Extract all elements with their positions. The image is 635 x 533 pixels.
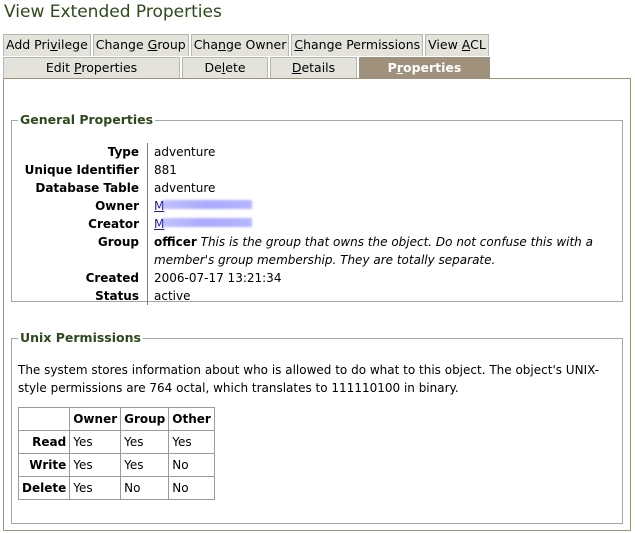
property-value: 2006-07-17 13:21:34 [154,271,282,285]
row-header-write: Write [17,453,71,477]
row-header-delete: Delete [17,476,71,500]
unix-permissions-description: The system stores information about who … [18,363,600,395]
tab-view-acl[interactable]: View ACL [425,34,489,56]
tab-label: etails [301,60,336,75]
property-value: adventure [154,181,216,195]
table-cell: Yes [69,453,122,477]
property-row-created: Created 2006-07-17 13:21:34 [12,269,622,287]
tab-label: CL [470,37,486,52]
tab-label: Edit [45,60,74,75]
column-header-owner: Owner [69,407,122,431]
tab-properties[interactable]: Properties [359,57,490,78]
property-row-type: Type adventure [12,143,622,161]
property-value: adventure [154,145,216,159]
tab-edit-properties[interactable]: Edit Properties [3,57,180,78]
property-label: Database Table [12,179,148,197]
tab-add-privilege[interactable]: Add Privilege [3,34,91,56]
table-header-row: Owner Group Other [17,407,215,431]
property-label: Group [12,233,148,269]
property-row-owner: Owner M [12,197,622,215]
tab-label: ge Owner [225,37,287,52]
property-value: active [154,289,191,303]
group-name: officer [154,235,197,249]
tab-accesskey: v [50,37,58,52]
tab-accesskey: G [147,37,158,52]
table-row: Delete Yes No No [17,476,215,500]
property-label: Owner [12,197,148,215]
property-row-creator: Creator M [12,215,622,233]
table-cell: No [168,453,215,477]
owner-link[interactable]: M [154,197,253,215]
tab-change-group[interactable]: Change Group [92,34,189,56]
general-properties-list: Type adventure Unique Identifier 881 Dat… [12,143,622,305]
table-cell: No [120,476,170,500]
tab-change-owner[interactable]: Change Owner [190,34,290,56]
unix-permissions-legend: Unix Permissions [20,330,141,345]
property-row-unique-identifier: Unique Identifier 881 [12,161,622,179]
property-value: 881 [154,163,177,177]
property-label: Creator [12,215,148,233]
creator-link[interactable]: M [154,215,253,233]
tab-delete[interactable]: Delete [182,57,268,78]
group-note: This is the group that owns the object. … [154,235,593,267]
tab-label: roperties [81,60,138,75]
table-cell: Yes [69,430,122,454]
table-cell: Yes [120,430,170,454]
permissions-table: Owner Group Other Read Yes Yes Yes Write… [17,407,215,500]
table-corner-cell [17,407,71,431]
tab-label: Add Pri [6,37,51,52]
row-header-read: Read [17,430,71,454]
tab-label: Change [95,37,148,52]
property-row-group: Group officer This is the group that own… [12,233,622,269]
property-label: Unique Identifier [12,161,148,179]
tab-accesskey: A [461,37,471,52]
tab-accesskey: C [294,37,304,52]
tab-label: Cha [193,37,218,52]
tab-label: roup [157,37,186,52]
table-row: Write Yes Yes No [17,453,215,477]
property-label: Status [12,287,148,305]
redaction-mask [162,200,253,209]
tab-accesskey: D [291,60,302,75]
tab-label: De [204,60,222,75]
table-cell: Yes [120,453,170,477]
tab-label: hange Permissions [303,37,421,52]
property-row-status: Status active [12,287,622,305]
tab-accesskey: n [218,37,226,52]
tab-label: ilege [57,37,88,52]
column-header-other: Other [168,407,215,431]
property-value: M [148,215,253,233]
property-value: officer This is the group that owns the … [148,233,598,269]
property-row-database-table: Database Table adventure [12,179,622,197]
view-tab-bar: Edit Properties Delete Details Propertie… [3,57,490,78]
properties-panel: General Properties Type adventure Unique… [3,78,631,531]
tab-change-permissions[interactable]: Change Permissions [291,34,424,56]
column-header-group: Group [120,407,170,431]
tab-label: P [387,60,397,75]
property-label: Type [12,143,148,161]
general-properties-fieldset: General Properties Type adventure Unique… [11,112,623,305]
tab-label: View [428,37,462,52]
table-cell: No [168,476,215,500]
tab-label: ete [225,60,246,75]
property-label: Created [12,269,148,287]
table-cell: Yes [69,476,122,500]
table-cell: Yes [168,430,215,454]
table-row: Read Yes Yes Yes [17,430,215,454]
property-value: M [148,197,253,215]
page-title: View Extended Properties [4,2,222,22]
tab-label: operties [402,60,462,75]
action-tab-bar: Add Privilege Change Group Change Owner … [3,34,491,56]
tab-details[interactable]: Details [270,57,357,78]
general-properties-legend: General Properties [20,112,154,127]
redaction-mask [162,218,253,227]
unix-permissions-fieldset: Unix Permissions The system stores infor… [11,331,623,524]
